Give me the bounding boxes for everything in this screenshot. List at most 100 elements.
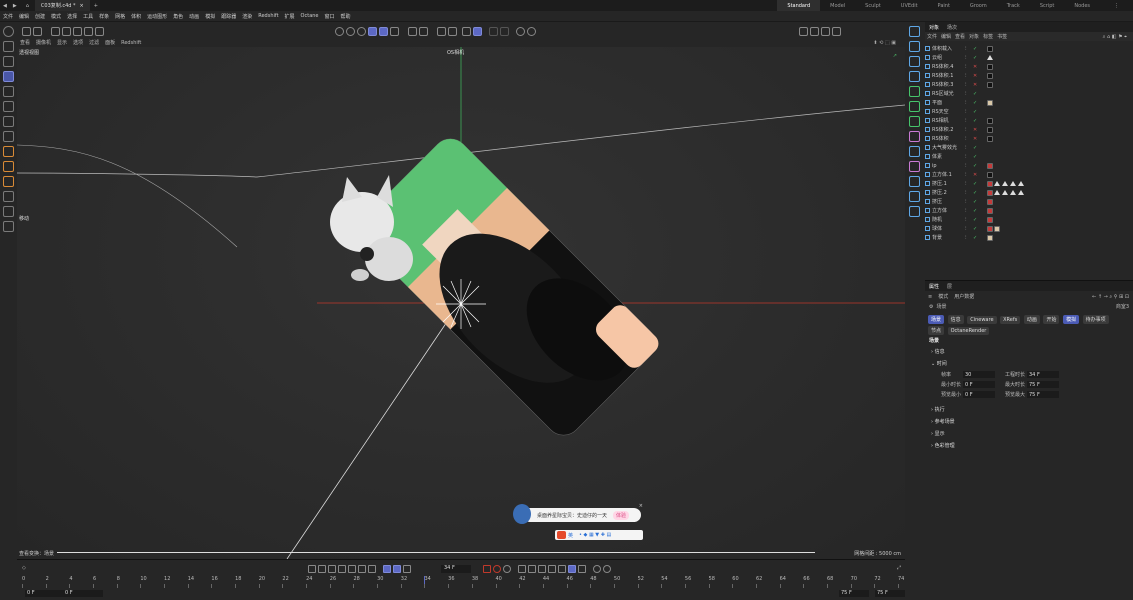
object-row[interactable]: 立方体.1 ⁝ ✕ xyxy=(925,170,1133,179)
move-key-icon[interactable] xyxy=(518,565,526,573)
menu-simulate[interactable]: 模拟 xyxy=(202,13,218,20)
object-row[interactable]: 挤压 ⁝ ✓ xyxy=(925,197,1133,206)
go-start-icon[interactable] xyxy=(308,565,316,573)
om-menu-view[interactable]: 查看 xyxy=(953,33,967,40)
live-select-icon[interactable] xyxy=(3,41,14,52)
layout-nodes[interactable]: Nodes xyxy=(1064,0,1100,11)
model-icon[interactable] xyxy=(379,26,388,36)
soft-select-icon[interactable] xyxy=(516,26,525,36)
object-row[interactable]: 挤压.1 ⁝ ✓ xyxy=(925,179,1133,188)
field-value[interactable]: 0 F xyxy=(963,381,995,388)
pill-simulation[interactable]: 模拟 xyxy=(1063,315,1080,324)
section-info[interactable]: › 信息 xyxy=(931,348,945,355)
end-frame-field[interactable]: 75 F xyxy=(875,590,905,597)
scene-camera-icon[interactable] xyxy=(909,191,920,202)
paint-icon[interactable] xyxy=(3,221,14,232)
menu-redshift[interactable]: Redshift xyxy=(255,13,281,19)
object-row[interactable]: RS体积.3 ⁝ ✕ xyxy=(925,80,1133,89)
play-icon[interactable] xyxy=(338,565,346,573)
deformer-icon[interactable] xyxy=(909,116,920,127)
tab-objects[interactable]: 对象 xyxy=(925,24,943,31)
layout-standard[interactable]: Standard xyxy=(777,0,821,11)
next-key-icon[interactable] xyxy=(358,565,366,573)
record-dot-icon[interactable] xyxy=(483,565,491,573)
symmetry-icon[interactable] xyxy=(527,26,536,36)
object-row[interactable]: 大气雾效光 ⁝ ✓ xyxy=(925,143,1133,152)
loop-icon[interactable] xyxy=(383,565,391,573)
menu-select[interactable]: 选择 xyxy=(64,13,80,20)
ime-tools-icon[interactable]: • ◆ ▦ ▼ ✚ ▤ xyxy=(579,532,611,538)
object-row[interactable]: RS区域光 ⁝ ✓ xyxy=(925,89,1133,98)
menu-render[interactable]: 渲染 xyxy=(239,13,255,20)
disabled-b-icon[interactable] xyxy=(500,26,509,36)
prev-frame-icon[interactable] xyxy=(328,565,336,573)
axis-icon[interactable] xyxy=(3,131,14,142)
object-row[interactable]: 体素 ⁝ ✓ xyxy=(925,152,1133,161)
prev-key-icon[interactable] xyxy=(318,565,326,573)
pill-octanerender[interactable]: OctaneRender xyxy=(947,327,990,335)
workplane-grid-icon[interactable] xyxy=(462,26,471,36)
transform-icon[interactable] xyxy=(3,116,14,127)
rotate-key-icon[interactable] xyxy=(528,565,536,573)
object-row[interactable]: 体积载入 ⁝ ✓ xyxy=(925,44,1133,53)
start-frame-field[interactable]: 0 F xyxy=(25,590,65,597)
spline-icon[interactable] xyxy=(909,131,920,142)
menu-mograph[interactable]: 运动图形 xyxy=(144,13,170,20)
select-icon[interactable] xyxy=(3,56,14,67)
vp-menu-view[interactable]: 查看 xyxy=(17,39,33,46)
layout-groom[interactable]: Groom xyxy=(960,0,997,11)
menu-mode[interactable]: 模式 xyxy=(48,13,64,20)
om-menu-edit[interactable]: 编辑 xyxy=(939,33,953,40)
render-grid-icon[interactable] xyxy=(473,26,482,36)
object-row[interactable]: RS体积.2 ⁝ ✕ xyxy=(925,125,1133,134)
motion-record-icon[interactable] xyxy=(578,565,586,573)
section-color-management[interactable]: › 色彩管理 xyxy=(931,442,955,449)
timeline-settings-icon[interactable]: ⤢ xyxy=(897,565,901,571)
object-row[interactable]: RS体积 ⁝ ✕ xyxy=(925,134,1133,143)
render-settings-icon[interactable] xyxy=(821,26,830,36)
rotate-icon[interactable] xyxy=(3,86,14,97)
om-menu-tags[interactable]: 标签 xyxy=(981,33,995,40)
viewport[interactable]: 透视视图 OS相机 移动 ↗ 查看变换：场景 网格间距 : 5000 cm xyxy=(17,47,905,559)
pill-info[interactable]: 信息 xyxy=(947,315,964,324)
vp-nav-icons[interactable]: ⬍ ⟲ ⬚ ▣ xyxy=(870,40,899,46)
popup-try-button[interactable]: 体验 xyxy=(613,510,630,520)
generator-icon[interactable] xyxy=(909,86,920,97)
pill-xrefs[interactable]: XRefs xyxy=(1000,316,1021,324)
pla-key-icon[interactable] xyxy=(558,565,566,573)
keyframe-icon[interactable]: ◇ xyxy=(22,565,26,571)
render-picture-icon[interactable] xyxy=(810,26,819,36)
layout-sculpt[interactable]: Sculpt xyxy=(855,0,891,11)
ime-lang[interactable]: 英 xyxy=(568,532,573,539)
preview-range-icon[interactable] xyxy=(393,565,401,573)
move-icon[interactable] xyxy=(3,71,14,82)
menu-spline[interactable]: 样条 xyxy=(96,13,112,20)
forward-icon[interactable]: ▶ xyxy=(13,3,17,9)
menu-help[interactable]: 帮助 xyxy=(338,13,354,20)
workplane-icon[interactable] xyxy=(3,176,14,187)
pill-animation[interactable]: 动画 xyxy=(1023,315,1040,324)
vp-menu-camera[interactable]: 摄像机 xyxy=(33,39,54,46)
tab-layers[interactable]: 层 xyxy=(943,283,956,290)
menu-tools[interactable]: 工具 xyxy=(80,13,96,20)
pill-todo[interactable]: 待办事项 xyxy=(1082,315,1109,324)
object-row[interactable]: 平面 ⁝ ✓ xyxy=(925,98,1133,107)
menu-animate[interactable]: 动画 xyxy=(186,13,202,20)
menu-character[interactable]: 角色 xyxy=(170,13,186,20)
back-icon[interactable]: ◀ xyxy=(3,3,7,9)
home-icon[interactable]: ⌂ xyxy=(26,3,29,9)
undo-icon[interactable] xyxy=(22,26,31,36)
pill-scene[interactable]: 场景 xyxy=(928,315,945,324)
layer-icon[interactable] xyxy=(73,26,82,36)
settings-icon[interactable] xyxy=(419,26,428,36)
next-frame-icon[interactable] xyxy=(348,565,356,573)
layout-uvedit[interactable]: UVEdit xyxy=(891,0,928,11)
sound-icon[interactable] xyxy=(403,565,411,573)
tab-takes[interactable]: 场次 xyxy=(943,24,961,31)
section-display[interactable]: › 显示 xyxy=(931,430,945,437)
preview-end-field[interactable]: 75 F xyxy=(839,590,869,597)
pill-start[interactable]: 开始 xyxy=(1043,315,1060,324)
attr-nav-icons[interactable]: ← ↑ → ⌕ ⚲ ⊞ ⊡ xyxy=(1092,294,1129,300)
popup-close-icon[interactable]: × xyxy=(639,503,643,509)
object-row[interactable]: RS体积.1 ⁝ ✕ xyxy=(925,71,1133,80)
